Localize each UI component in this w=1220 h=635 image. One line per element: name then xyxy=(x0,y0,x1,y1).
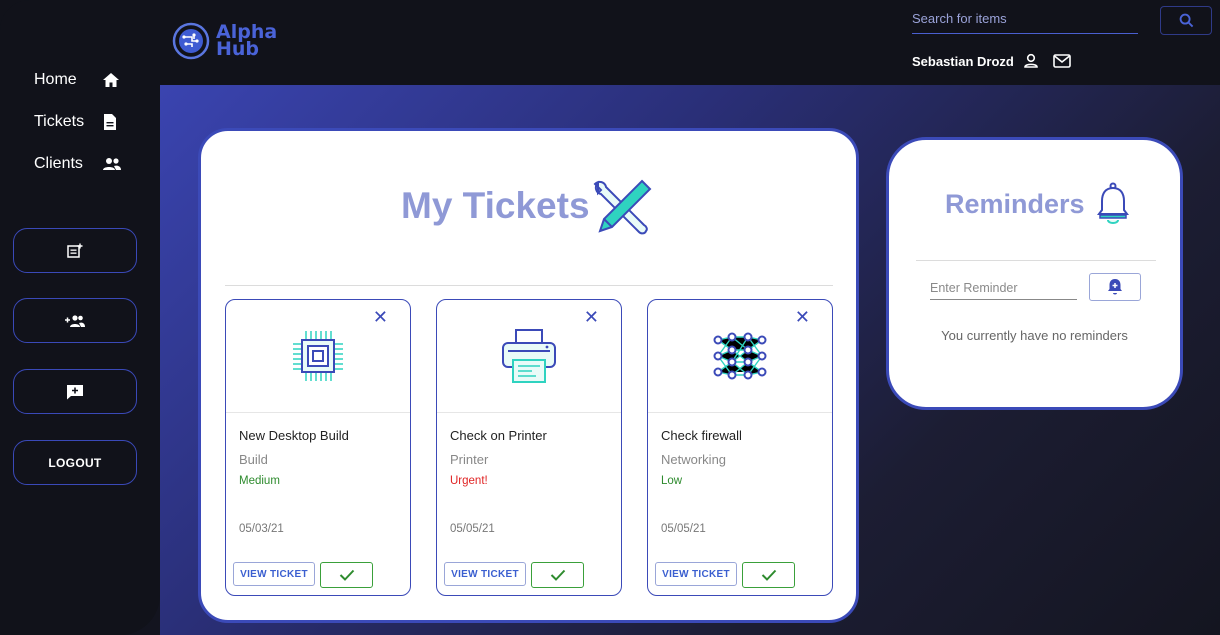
nav-clients-label: Clients xyxy=(34,155,83,172)
view-ticket-button[interactable]: VIEW TICKET xyxy=(655,562,737,586)
ticket-priority: Low xyxy=(661,475,683,487)
ticket-date: 05/05/21 xyxy=(661,523,706,535)
reminders-divider xyxy=(916,260,1156,261)
ticket-category: Build xyxy=(239,452,268,467)
ticket-date: 05/03/21 xyxy=(239,523,284,535)
check-icon xyxy=(550,569,565,581)
sidebar: Home Tickets Clients LOGOUT xyxy=(0,0,160,635)
logout-label: LOGOUT xyxy=(48,455,102,470)
ticket-priority: Urgent! xyxy=(450,475,488,487)
people-icon xyxy=(103,158,121,170)
ticket-card: ✕ New Desktop Build Build Medium 05/03/2… xyxy=(225,299,411,596)
add-comment-icon xyxy=(67,384,83,399)
add-user-button[interactable] xyxy=(13,298,137,343)
search-field xyxy=(912,4,1138,34)
reminders-title-row: Reminders xyxy=(945,182,1131,226)
close-icon[interactable]: ✕ xyxy=(584,308,599,326)
card-separator xyxy=(226,412,410,413)
search-icon xyxy=(1179,13,1193,28)
check-icon xyxy=(339,569,354,581)
new-note-icon xyxy=(67,243,83,258)
ticket-category: Networking xyxy=(661,452,727,467)
card-separator xyxy=(648,412,832,413)
ticket-date: 05/05/21 xyxy=(450,523,495,535)
ticket-title: Check on Printer xyxy=(450,428,547,443)
nav-tickets[interactable]: Tickets xyxy=(34,113,118,131)
nav-home[interactable]: Home xyxy=(34,71,120,89)
document-icon xyxy=(104,114,116,130)
app-logo[interactable]: Alpha Hub xyxy=(172,22,277,60)
ticket-category: Printer xyxy=(450,452,489,467)
cpu-chip-icon xyxy=(293,331,343,381)
view-ticket-button[interactable]: VIEW TICKET xyxy=(444,562,526,586)
ticket-card: ✕ Check on Printer Printer Urgent! 05/05… xyxy=(436,299,622,596)
page-title: My Tickets xyxy=(401,185,590,226)
printer-icon xyxy=(502,329,556,383)
logout-button[interactable]: LOGOUT xyxy=(13,440,137,485)
search-button[interactable] xyxy=(1160,6,1212,35)
logo-line-2: Hub xyxy=(216,38,260,60)
user-icon[interactable] xyxy=(1022,52,1040,70)
ticket-title: Check firewall xyxy=(661,428,742,443)
ticket-priority: Medium xyxy=(239,475,280,487)
add-reminder-button[interactable] xyxy=(1089,273,1141,301)
nav-home-label: Home xyxy=(34,71,77,88)
add-user-icon xyxy=(65,314,85,327)
reminder-field xyxy=(930,276,1077,300)
nav-clients[interactable]: Clients xyxy=(34,155,122,173)
tickets-divider xyxy=(225,285,833,286)
home-icon xyxy=(103,73,119,87)
new-note-button[interactable] xyxy=(13,228,137,273)
reminders-panel: Reminders You currently have no reminder… xyxy=(886,137,1183,410)
reminders-title: Reminders xyxy=(945,188,1085,219)
complete-ticket-button[interactable] xyxy=(531,562,584,588)
add-alert-icon xyxy=(1108,279,1122,295)
nav-tickets-label: Tickets xyxy=(34,113,85,130)
add-comment-button[interactable] xyxy=(13,369,137,414)
user-name: Sebastian Drozd xyxy=(912,53,1014,69)
mail-icon[interactable] xyxy=(1052,52,1072,70)
complete-ticket-button[interactable] xyxy=(742,562,795,588)
ticket-card: ✕ Check firewall Networking Low 05/05/21… xyxy=(647,299,833,596)
reminder-input[interactable] xyxy=(930,276,1077,299)
close-icon[interactable]: ✕ xyxy=(373,308,388,326)
brain-circuit-icon xyxy=(172,22,210,60)
user-info: Sebastian Drozd xyxy=(912,52,1072,70)
neural-network-icon xyxy=(713,332,767,380)
bell-icon xyxy=(1096,182,1129,224)
no-reminders-text: You currently have no reminders xyxy=(941,328,1128,343)
ticket-title: New Desktop Build xyxy=(239,428,349,443)
tickets-panel: My Tickets ✕ New Desktop Build Build Med… xyxy=(198,128,859,623)
complete-ticket-button[interactable] xyxy=(320,562,373,588)
check-icon xyxy=(761,569,776,581)
tools-icon xyxy=(593,179,651,235)
search-input[interactable] xyxy=(912,4,1138,33)
top-header: Alpha Hub Sebastian Drozd xyxy=(0,0,1220,85)
close-icon[interactable]: ✕ xyxy=(795,308,810,326)
tickets-title-row: My Tickets xyxy=(401,171,656,241)
card-separator xyxy=(437,412,621,413)
view-ticket-button[interactable]: VIEW TICKET xyxy=(233,562,315,586)
logo-text: Alpha Hub xyxy=(216,23,277,60)
